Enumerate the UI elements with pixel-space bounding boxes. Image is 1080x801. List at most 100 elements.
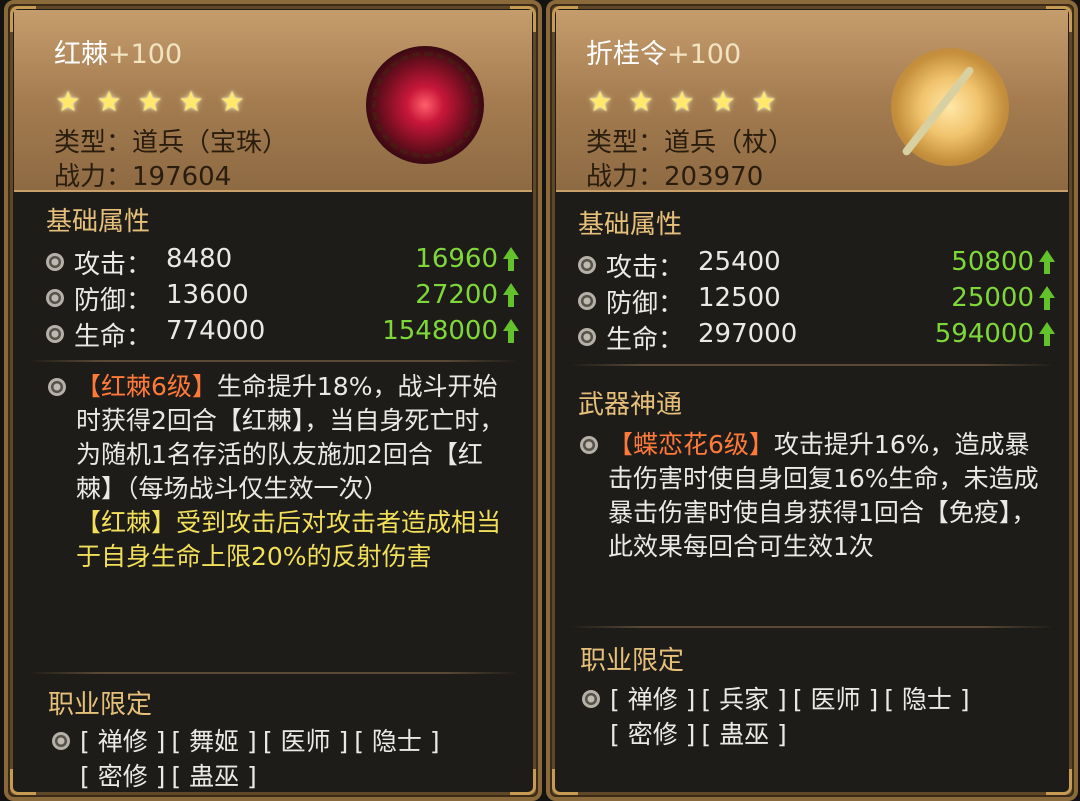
job-tag: [ 禅修 ] — [610, 685, 696, 714]
star-icon: ★ — [219, 85, 245, 118]
frame-corner — [552, 6, 578, 32]
job-tag: [ 禅修 ] — [80, 727, 166, 756]
star-icon: ★ — [628, 85, 654, 118]
item-title: 折桂令+100 — [586, 32, 741, 71]
job-tag: [ 医师 ] — [792, 685, 879, 714]
item-header: 折桂令+100 ★ ★ ★ ★ ★ 类型：道兵（杖） 战力：203970 — [556, 10, 1068, 192]
stat-value: 25400 — [698, 247, 781, 277]
item-level: +100 — [667, 39, 742, 70]
job-list: [ 禅修 ][ 兵家 ][ 医师 ][ 隐士 ] [ 密修 ][ 蛊巫 ] — [582, 682, 1052, 752]
star-icon: ★ — [96, 85, 122, 118]
item-name: 红棘 — [54, 39, 108, 70]
frame-corner — [552, 769, 578, 795]
stat-row-defense: 防御： 13600 27200 — [46, 280, 520, 316]
stat-boosted-value: 50800 — [951, 247, 1034, 277]
job-tag: [ 舞姬 ] — [171, 727, 257, 756]
star-icon: ★ — [587, 85, 613, 118]
stat-value: 13600 — [166, 280, 249, 310]
orb-bullet-icon — [580, 436, 598, 454]
job-tag: [ 兵家 ] — [701, 685, 787, 714]
type-value: 道兵（杖） — [664, 128, 795, 158]
section-divider — [28, 672, 518, 674]
stat-row-health: 生命： 297000 594000 — [578, 319, 1056, 355]
star-icon: ★ — [751, 85, 777, 118]
up-arrow-icon — [502, 319, 520, 345]
item-power: 战力：197604 — [54, 156, 231, 193]
up-arrow-icon — [1038, 286, 1056, 312]
stat-value: 8480 — [166, 244, 233, 274]
frame-corner — [10, 769, 36, 795]
type-label: 类型： — [54, 128, 133, 158]
star-icon: ★ — [710, 85, 736, 118]
star-rating: ★ ★ ★ ★ ★ — [586, 88, 778, 116]
section-divider — [570, 626, 1054, 628]
job-tag: [ 隐士 ] — [354, 727, 440, 756]
job-restriction-title: 职业限定 — [48, 690, 153, 720]
star-icon: ★ — [137, 85, 163, 118]
job-tag: [ 蛊巫 ] — [171, 762, 257, 791]
power-value: 203970 — [664, 162, 764, 192]
up-arrow-icon — [1038, 322, 1056, 348]
stat-label: 攻击： — [606, 253, 685, 283]
stat-row-defense: 防御： 12500 25000 — [578, 283, 1056, 319]
up-arrow-icon — [1038, 250, 1056, 276]
job-tag: [ 密修 ] — [80, 762, 166, 791]
job-tag: [ 蛊巫 ] — [701, 720, 787, 749]
type-label: 类型： — [586, 128, 665, 158]
frame-corner — [510, 769, 536, 795]
orb-bullet-icon — [578, 328, 596, 346]
orb-bullet-icon — [52, 732, 70, 750]
stat-label: 攻击： — [74, 250, 153, 280]
job-tag: [ 隐士 ] — [884, 685, 970, 714]
power-value: 197604 — [132, 162, 232, 192]
star-icon: ★ — [669, 85, 695, 118]
stat-boosted-value: 1548000 — [382, 316, 498, 346]
frame-corner — [1046, 6, 1072, 32]
stat-label: 生命： — [74, 322, 153, 352]
weapon-skill-title: 武器神通 — [578, 390, 683, 420]
orb-bullet-icon — [48, 378, 66, 396]
orb-bullet-icon — [46, 325, 64, 343]
item-card-right: 折桂令+100 ★ ★ ★ ★ ★ 类型：道兵（杖） 战力：203970 基础属… — [546, 0, 1078, 801]
stat-value: 297000 — [698, 319, 798, 349]
stat-value: 12500 — [698, 283, 781, 313]
item-card-left: 红棘+100 ★ ★ ★ ★ ★ 类型：道兵（宝珠） 战力：197604 基础属… — [4, 0, 542, 801]
orb-bullet-icon — [582, 690, 600, 708]
orb-bullet-icon — [578, 292, 596, 310]
base-attributes-title: 基础属性 — [578, 210, 683, 240]
item-power: 战力：203970 — [586, 156, 763, 193]
job-restriction-title: 职业限定 — [580, 646, 685, 676]
frame-corner — [10, 6, 36, 32]
skill-extra-text: 【红棘】受到攻击后对攻击者造成相当于自身生命上限20%的反射伤害 — [76, 508, 502, 571]
skill-tag: 【红棘6级】 — [76, 372, 217, 401]
section-divider — [570, 364, 1054, 366]
power-label: 战力： — [586, 162, 665, 192]
stat-row-attack: 攻击： 25400 50800 — [578, 247, 1056, 283]
item-type: 类型：道兵（宝珠） — [54, 122, 288, 159]
skill-tag: 【蝶恋花6级】 — [608, 430, 774, 459]
stat-boosted-value: 27200 — [415, 280, 498, 310]
job-tag: [ 医师 ] — [262, 727, 349, 756]
skill-description: 【红棘6级】生命提升18%，战斗开始时获得2回合【红棘】，当自身死亡时，为随机1… — [48, 370, 514, 574]
job-tag: [ 密修 ] — [610, 720, 696, 749]
job-list: [ 禅修 ][ 舞姬 ][ 医师 ][ 隐士 ] [ 密修 ][ 蛊巫 ] — [52, 724, 514, 794]
stat-label: 生命： — [606, 325, 685, 355]
up-arrow-icon — [502, 283, 520, 309]
item-type: 类型：道兵（杖） — [586, 122, 794, 159]
stat-label: 防御： — [606, 289, 685, 319]
stat-boosted-value: 594000 — [934, 319, 1034, 349]
power-label: 战力： — [54, 162, 133, 192]
stat-boosted-value: 25000 — [951, 283, 1034, 313]
base-attributes-title: 基础属性 — [46, 207, 151, 237]
orb-bullet-icon — [578, 256, 596, 274]
orb-bullet-icon — [46, 253, 64, 271]
up-arrow-icon — [502, 247, 520, 273]
stat-row-health: 生命： 774000 1548000 — [46, 316, 520, 352]
type-value: 道兵（宝珠） — [132, 128, 289, 158]
item-name: 折桂令 — [586, 39, 667, 70]
stat-row-attack: 攻击： 8480 16960 — [46, 244, 520, 280]
laurel-staff-icon — [891, 48, 1009, 166]
frame-corner — [510, 6, 536, 32]
stat-boosted-value: 16960 — [415, 244, 498, 274]
star-icon: ★ — [55, 85, 81, 118]
